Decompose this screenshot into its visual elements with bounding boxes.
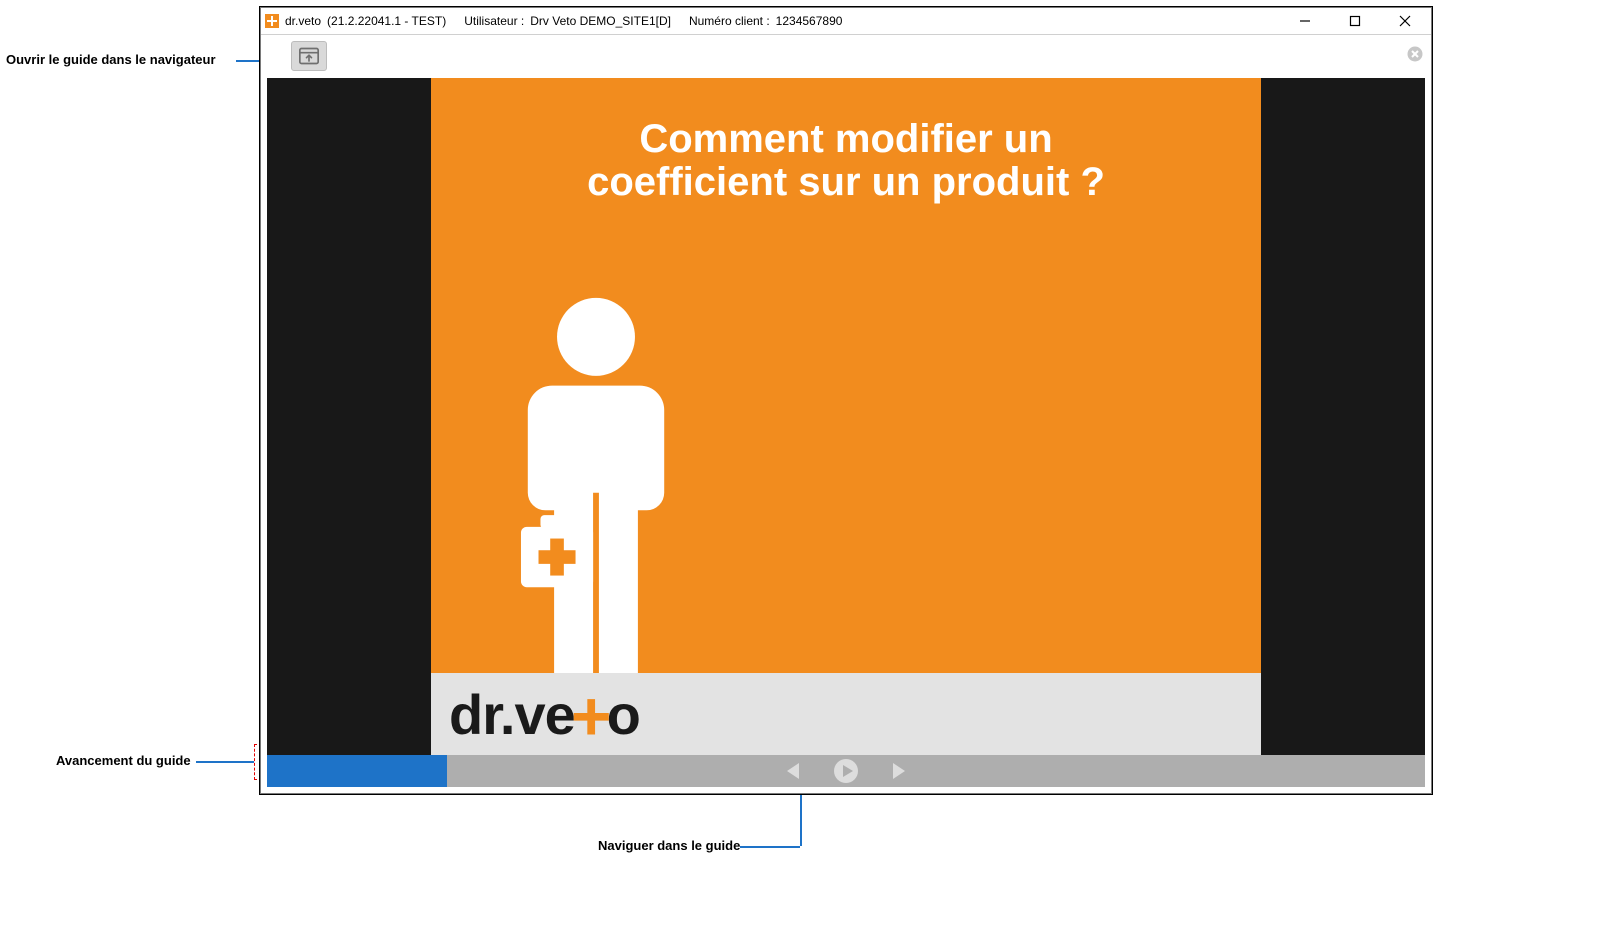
minimize-icon bbox=[1299, 15, 1311, 27]
slide-main: Comment modifier un coefficient sur un p… bbox=[431, 78, 1261, 673]
guide-player: Comment modifier un coefficient sur un p… bbox=[267, 78, 1425, 787]
content-close-button[interactable] bbox=[1405, 44, 1425, 64]
title-app-version: (21.2.22041.1 - TEST) bbox=[327, 14, 446, 28]
minimize-button[interactable] bbox=[1283, 9, 1327, 33]
app-window: dr.veto (21.2.22041.1 - TEST) Utilisateu… bbox=[260, 7, 1432, 794]
annotation-navigate-label: Naviguer dans le guide bbox=[598, 838, 740, 853]
player-controls bbox=[267, 755, 1425, 787]
slide-title-line1: Comment modifier un bbox=[639, 117, 1052, 161]
annotation-progress-label: Avancement du guide bbox=[56, 753, 191, 768]
next-button[interactable] bbox=[885, 758, 911, 784]
close-button[interactable] bbox=[1383, 9, 1427, 33]
slide-title-line2: coefficient sur un produit ? bbox=[587, 160, 1105, 204]
title-app-name: dr.veto bbox=[285, 14, 321, 28]
brand-strip: dr.ve+o bbox=[431, 673, 1261, 755]
slide: Comment modifier un coefficient sur un p… bbox=[431, 78, 1261, 755]
app-icon bbox=[265, 14, 279, 28]
content-close-icon bbox=[1407, 46, 1423, 62]
open-in-browser-icon bbox=[299, 47, 319, 65]
slide-title: Comment modifier un coefficient sur un p… bbox=[431, 118, 1261, 204]
open-in-browser-button[interactable] bbox=[291, 41, 327, 71]
toolbar bbox=[261, 35, 1431, 75]
annotation-progress-leader bbox=[196, 761, 254, 763]
maximize-icon bbox=[1349, 15, 1361, 27]
annotation-navigate-leader bbox=[740, 846, 800, 848]
player-nav-group bbox=[781, 755, 911, 787]
close-icon bbox=[1399, 15, 1411, 27]
maximize-button[interactable] bbox=[1333, 9, 1377, 33]
slide-area: Comment modifier un coefficient sur un p… bbox=[267, 78, 1425, 755]
vet-figure-icon bbox=[491, 293, 701, 673]
next-icon bbox=[887, 760, 909, 782]
brand-prefix: dr.ve bbox=[449, 682, 575, 747]
brand-plus-icon: + bbox=[571, 695, 611, 737]
guide-progress-fill[interactable] bbox=[267, 755, 447, 787]
title-user-label: Utilisateur : bbox=[464, 14, 524, 28]
previous-button[interactable] bbox=[781, 758, 807, 784]
title-client-value: 1234567890 bbox=[776, 14, 843, 28]
previous-icon bbox=[783, 760, 805, 782]
play-icon bbox=[833, 758, 859, 784]
play-button[interactable] bbox=[833, 758, 859, 784]
title-user-value: Drv Veto DEMO_SITE1[D] bbox=[530, 14, 671, 28]
brand-suffix: o bbox=[607, 682, 640, 747]
titlebar[interactable]: dr.veto (21.2.22041.1 - TEST) Utilisateu… bbox=[261, 8, 1431, 35]
annotation-open-browser-label: Ouvrir le guide dans le navigateur bbox=[6, 52, 216, 67]
title-client-label: Numéro client : bbox=[689, 14, 770, 28]
